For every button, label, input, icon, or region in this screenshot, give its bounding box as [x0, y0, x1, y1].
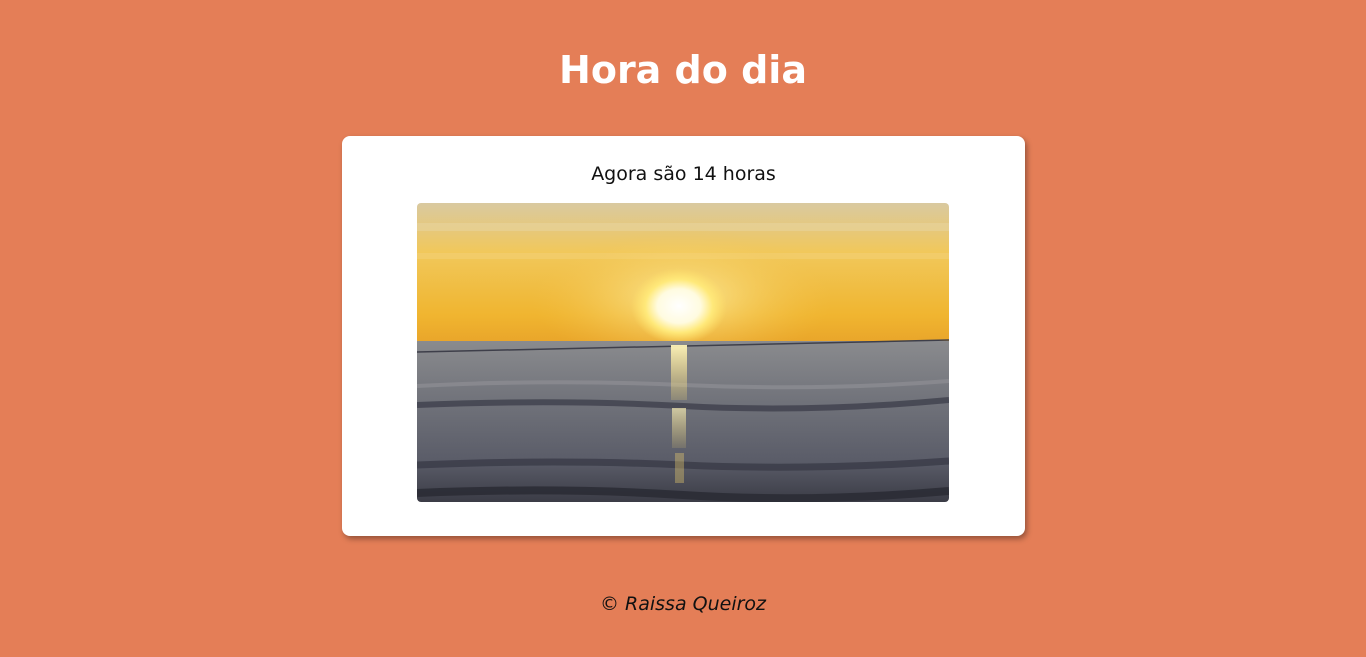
- hour-message: Agora são 14 horas: [591, 163, 776, 185]
- footer-copyright: © Raissa Queiroz: [599, 593, 767, 615]
- sunset-photo: [417, 203, 949, 502]
- page-title: Hora do dia: [559, 48, 807, 92]
- time-card: Agora são 14 horas: [342, 136, 1025, 536]
